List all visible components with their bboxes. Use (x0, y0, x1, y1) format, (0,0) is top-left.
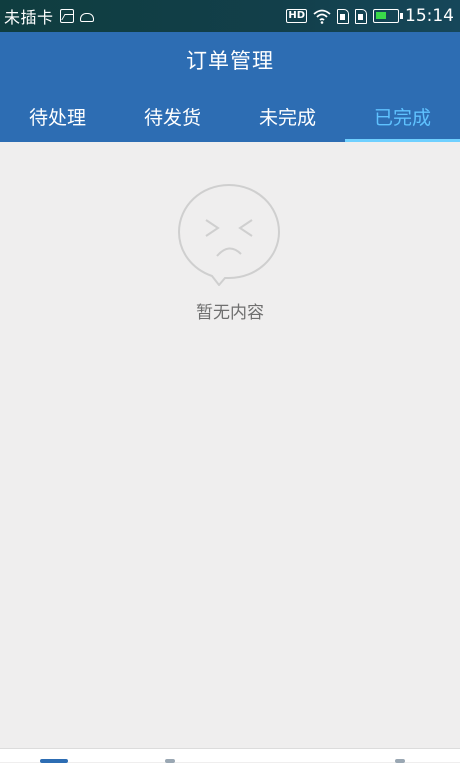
sim-icon (337, 8, 349, 24)
sim-icon (355, 8, 367, 24)
tab-incomplete[interactable]: 未完成 (230, 90, 345, 142)
tab-to-ship[interactable]: 待发货 (115, 90, 230, 142)
app-header: 订单管理 待处理 待发货 未完成 已完成 (0, 32, 460, 142)
status-right: HD 15:14 (286, 6, 454, 26)
photo-icon (59, 9, 74, 23)
status-left: 未插卡 (4, 4, 94, 28)
page-title: 订单管理 (186, 49, 274, 73)
status-bar: 未插卡 HD 15:14 (0, 0, 460, 32)
content-area: 暂无内容 (0, 142, 460, 748)
order-tabs: 待处理 待发货 未完成 已完成 (0, 90, 460, 142)
wifi-icon (313, 9, 331, 24)
nav-item-icon[interactable] (40, 759, 68, 763)
nav-item-icon[interactable] (165, 759, 175, 763)
hd-icon: HD (286, 9, 307, 23)
battery-icon (373, 9, 403, 23)
nav-item-icon[interactable] (395, 759, 405, 763)
empty-state-text: 暂无内容 (196, 303, 264, 323)
cloud-icon (79, 13, 94, 22)
clock: 15:14 (405, 6, 454, 26)
tab-completed[interactable]: 已完成 (345, 90, 460, 142)
bottom-navigation[interactable] (0, 748, 460, 763)
sim-status-text: 未插卡 (4, 8, 54, 27)
sad-face-bubble-icon (177, 183, 281, 286)
tab-pending[interactable]: 待处理 (0, 90, 115, 142)
